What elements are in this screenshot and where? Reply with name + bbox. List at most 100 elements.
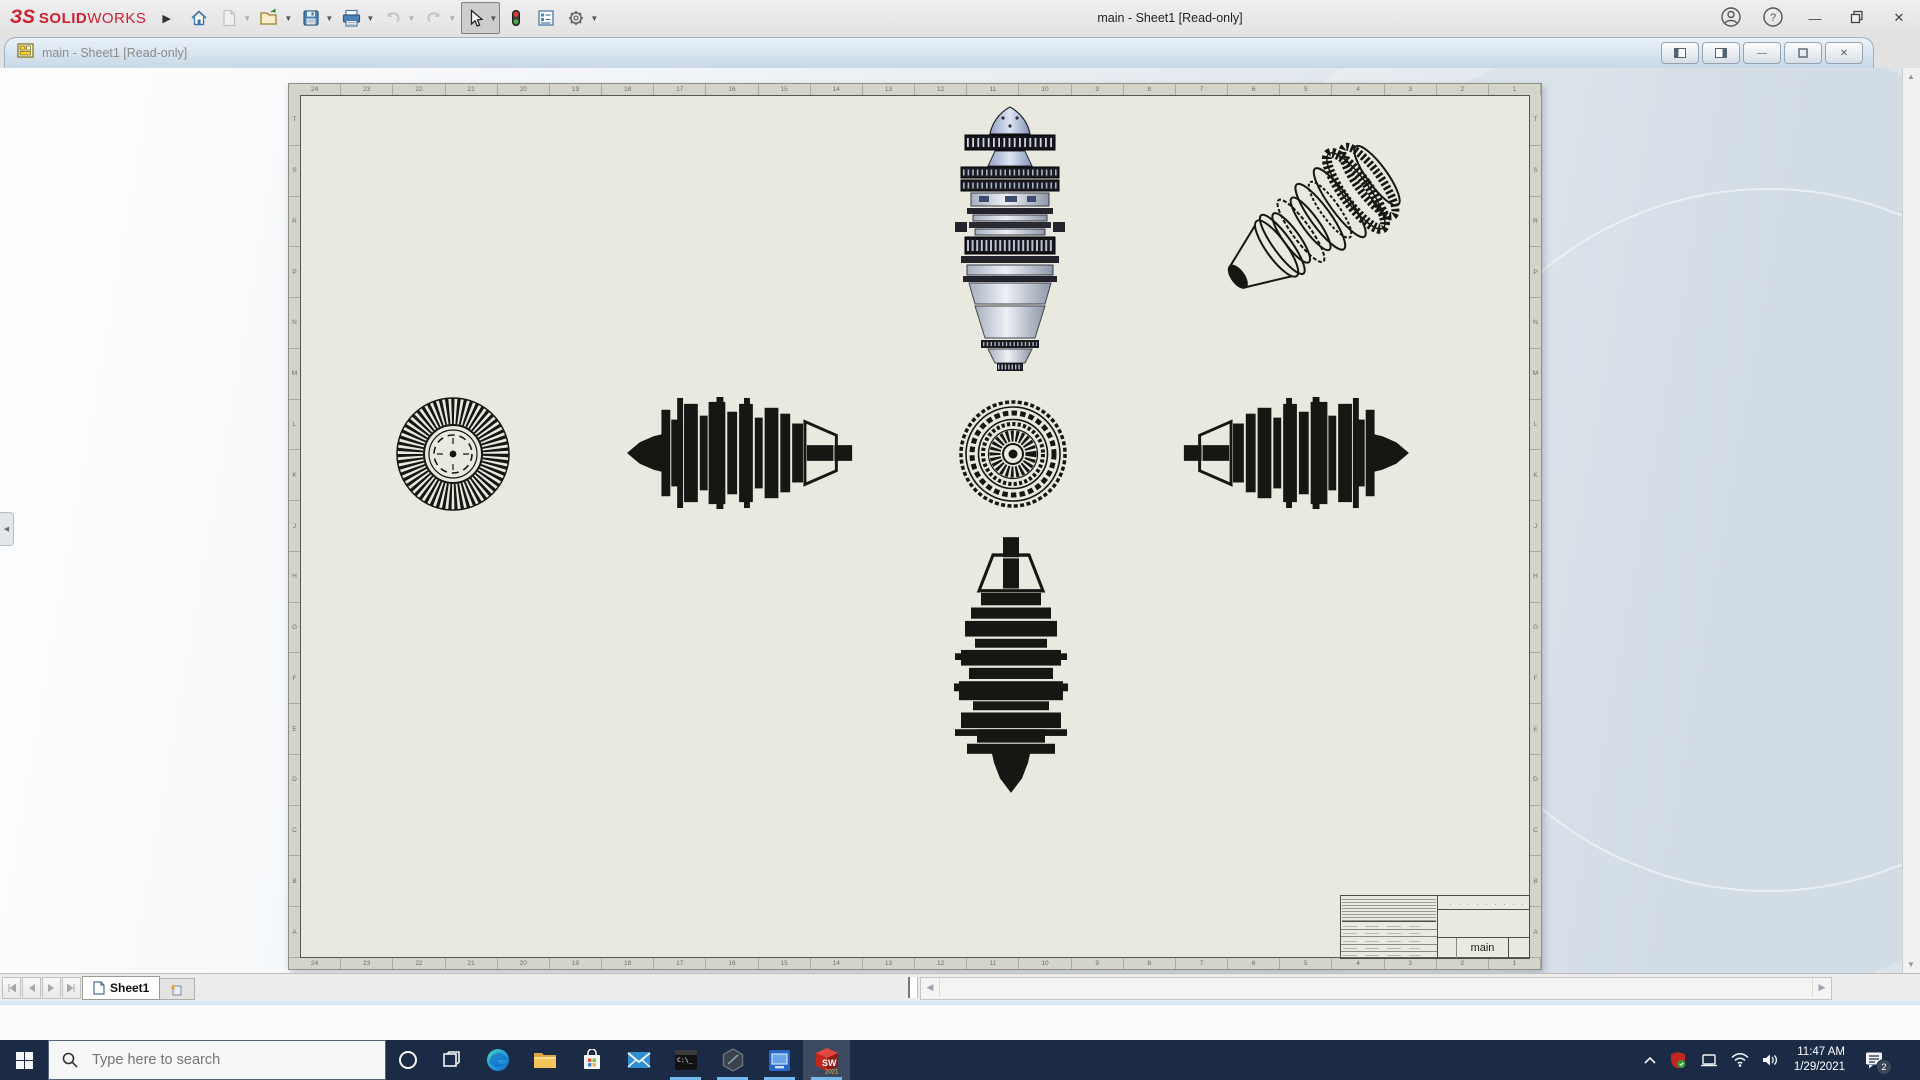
select-dropdown-arrow[interactable]: ▼ — [488, 5, 499, 31]
zone-number: 8 — [1124, 84, 1176, 95]
document-tab[interactable]: main - Sheet1 [Read-only] — ✕ — [4, 37, 1874, 68]
minimize-button[interactable]: — — [1804, 11, 1826, 26]
restore-button[interactable] — [1846, 10, 1868, 27]
taskbar-clock[interactable]: 11:47 AM 1/29/2021 — [1792, 1045, 1847, 1075]
panel-collapse-handle[interactable]: ◀ — [0, 512, 14, 546]
close-button[interactable]: ✕ — [1888, 10, 1910, 26]
taskbar-media-app[interactable] — [756, 1040, 803, 1080]
scroll-left-arrow-icon[interactable]: ◀ — [921, 978, 940, 997]
zone-number: 7 — [1176, 84, 1228, 95]
view-front-fan[interactable] — [395, 396, 511, 512]
zone-letter: T — [1530, 95, 1541, 146]
first-sheet-button[interactable] — [2, 977, 21, 999]
vertical-scrollbar[interactable]: ▲ ▼ — [1902, 68, 1920, 973]
open-dropdown-arrow[interactable]: ▼ — [283, 5, 294, 31]
zone-number: 16 — [706, 84, 758, 95]
titlebar-right-controls: ? — ✕ — [1720, 0, 1910, 36]
zone-number: 10 — [1019, 958, 1071, 969]
select-cursor-icon — [462, 5, 488, 31]
zone-number: 24 — [289, 958, 341, 969]
title-block-model-name: main — [1457, 938, 1508, 958]
tab-sheet1[interactable]: Sheet1 — [82, 976, 160, 1000]
view-rear[interactable] — [957, 398, 1069, 510]
volume-icon[interactable] — [1762, 1053, 1779, 1067]
taskbar-mail[interactable] — [615, 1040, 662, 1080]
zone-number: 23 — [341, 958, 393, 969]
zone-number: 17 — [654, 958, 706, 969]
new-document-button[interactable]: ▼ — [215, 2, 254, 34]
redo-dropdown-arrow[interactable]: ▼ — [447, 5, 458, 31]
scroll-down-arrow-icon[interactable]: ▼ — [1903, 956, 1919, 973]
print-dropdown-arrow[interactable]: ▼ — [365, 5, 376, 31]
taskbar-edge[interactable] — [474, 1040, 521, 1080]
zone-number: 22 — [393, 84, 445, 95]
left-pane-toggle-icon[interactable] — [1661, 42, 1699, 64]
right-pane-toggle-icon[interactable] — [1702, 42, 1740, 64]
scroll-up-arrow-icon[interactable]: ▲ — [1903, 68, 1919, 85]
tray-expand-icon[interactable] — [1644, 1056, 1656, 1064]
new-dropdown-arrow[interactable]: ▼ — [242, 5, 253, 31]
undo-dropdown-arrow[interactable]: ▼ — [406, 5, 417, 31]
scroll-right-arrow-icon[interactable]: ▶ — [1812, 978, 1831, 997]
zone-number: 2 — [1437, 84, 1489, 95]
zone-number: 6 — [1228, 958, 1280, 969]
start-button[interactable] — [0, 1040, 48, 1080]
zone-letter: T — [289, 95, 300, 146]
taskbar-hexagon-app[interactable] — [709, 1040, 756, 1080]
taskbar-search-box[interactable] — [48, 1040, 386, 1080]
file-properties-button[interactable] — [532, 2, 560, 34]
add-sheet-button[interactable] — [160, 978, 195, 1000]
view-bottom[interactable] — [953, 526, 1069, 794]
help-icon[interactable]: ? — [1762, 6, 1784, 31]
open-button[interactable]: ▼ — [256, 2, 295, 34]
title-bar: ЗS SOLIDWORKS ▶ ▼ ▼ ▼ ▼ ▼ ▼ ▼ — [0, 0, 1920, 37]
zone-number: 3 — [1385, 958, 1437, 969]
tab-scrollbar-splitter[interactable] — [908, 977, 918, 998]
select-tool-button[interactable]: ▼ — [461, 2, 500, 34]
account-icon[interactable] — [1720, 6, 1742, 31]
document-close-button[interactable]: ✕ — [1825, 42, 1863, 64]
clock-date: 1/29/2021 — [1794, 1060, 1845, 1075]
display-connect-icon[interactable] — [1700, 1053, 1718, 1067]
save-dropdown-arrow[interactable]: ▼ — [324, 5, 335, 31]
zone-letter: B — [289, 856, 300, 907]
print-button[interactable]: ▼ — [338, 2, 377, 34]
redo-button[interactable]: ▼ — [420, 2, 459, 34]
sw-monitor-icon[interactable] — [1669, 1051, 1687, 1069]
graphics-area[interactable]: ◀ 24232221201918171615141312111098765432… — [0, 68, 1920, 973]
home-button[interactable] — [185, 2, 213, 34]
view-isometric[interactable] — [1189, 130, 1429, 315]
last-sheet-button[interactable] — [62, 977, 81, 999]
document-minimize-button[interactable]: — — [1743, 42, 1781, 64]
zone-letter: D — [1530, 755, 1541, 806]
search-input[interactable] — [90, 1051, 344, 1069]
cortana-button[interactable] — [386, 1040, 430, 1080]
rebuild-button[interactable] — [502, 2, 530, 34]
zone-number: 5 — [1280, 84, 1332, 95]
horizontal-scrollbar[interactable]: ◀ ▶ — [920, 977, 1832, 1000]
view-top-shaded[interactable] — [951, 104, 1069, 372]
home-icon — [186, 5, 212, 31]
cortana-icon — [398, 1050, 418, 1070]
menu-flyout-arrow[interactable]: ▶ — [162, 12, 170, 25]
taskbar-store[interactable] — [568, 1040, 615, 1080]
options-dropdown-arrow[interactable]: ▼ — [589, 5, 600, 31]
next-sheet-button[interactable] — [42, 977, 61, 999]
view-side-right[interactable] — [1173, 396, 1411, 510]
taskbar-file-explorer[interactable] — [521, 1040, 568, 1080]
document-restore-button[interactable] — [1784, 42, 1822, 64]
view-side-left[interactable] — [625, 396, 863, 510]
notifications-button[interactable]: 2 — [1860, 1047, 1890, 1073]
zone-letter: E — [289, 704, 300, 755]
zone-letter: H — [1530, 552, 1541, 603]
wifi-icon[interactable] — [1731, 1053, 1749, 1067]
save-button[interactable]: ▼ — [297, 2, 336, 34]
zone-letter: N — [1530, 298, 1541, 349]
undo-button[interactable]: ▼ — [379, 2, 418, 34]
options-button[interactable]: ▼ — [562, 2, 601, 34]
task-view-button[interactable] — [430, 1040, 474, 1080]
taskbar-terminal[interactable]: C:\_ — [662, 1040, 709, 1080]
previous-sheet-button[interactable] — [22, 977, 41, 999]
taskbar-solidworks[interactable]: SW 2021 — [803, 1040, 850, 1080]
zone-number: 13 — [863, 84, 915, 95]
